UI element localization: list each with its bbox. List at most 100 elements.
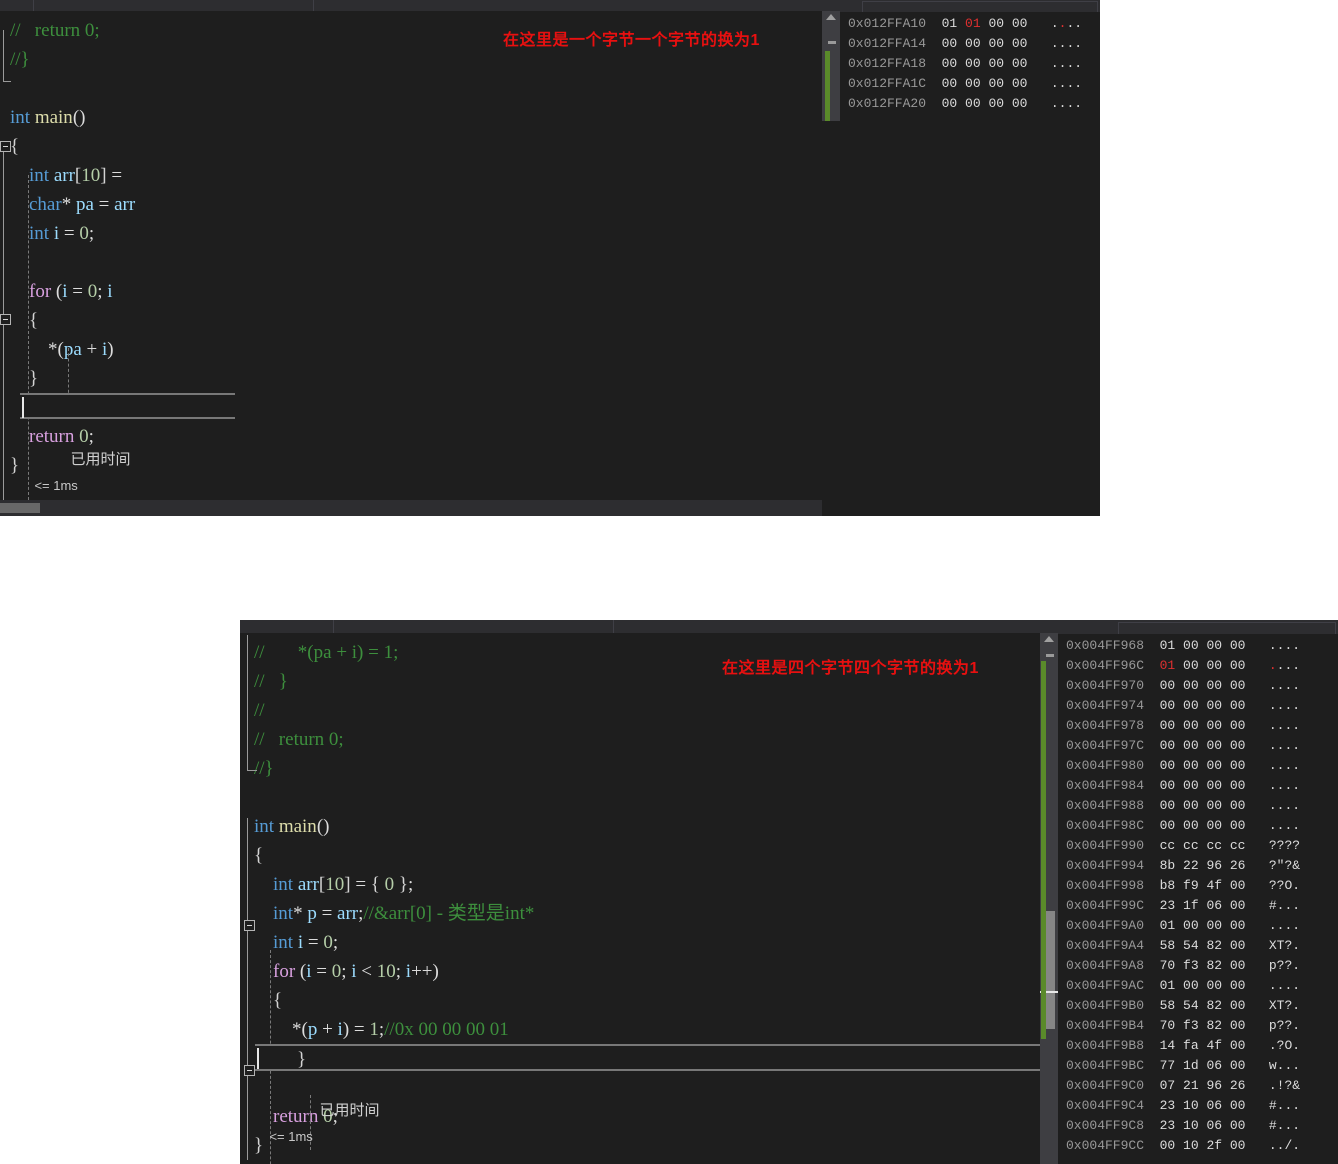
- memory-byte: 00: [1229, 978, 1246, 993]
- code-token: //&arr[0] - 类型是int*: [363, 903, 535, 924]
- code-line[interactable]: int main(): [10, 103, 135, 132]
- memory-byte: 82: [1206, 938, 1230, 953]
- back-editor-hscrollbar[interactable]: [0, 500, 822, 516]
- memory-row[interactable]: 0x012FFA1C 00 00 00 00 ....: [848, 74, 1100, 94]
- code-line[interactable]: // }: [254, 667, 534, 696]
- scroll-up-arrow-icon[interactable]: [1044, 636, 1054, 642]
- back-editor-window[interactable]: // return 0;//} int main(){ int arr[10] =…: [0, 0, 1100, 516]
- memory-row[interactable]: 0x004FF9A0 01 00 00 00 ....: [1066, 916, 1338, 936]
- front-code-text[interactable]: // *(pa + i) = 1; // } // // return 0; //} in…: [254, 638, 534, 1160]
- back-red-annotation: 在这里是一个字节一个字节的换为1: [503, 32, 760, 49]
- front-memory-window[interactable]: 0x004FF968 01 00 00 00 .... 0x004FF96C 01…: [1058, 620, 1338, 1164]
- memory-row[interactable]: 0x004FF984 00 00 00 00 ....: [1066, 776, 1338, 796]
- memory-address: 0x004FF970: [1066, 678, 1160, 693]
- memory-address: 0x004FF990: [1066, 838, 1160, 853]
- code-line[interactable]: {: [10, 132, 135, 161]
- memory-byte: 00: [1229, 998, 1246, 1013]
- memory-row[interactable]: 0x004FF9BC 77 1d 06 00 w...: [1066, 1056, 1338, 1076]
- memory-row[interactable]: 0x004FF998 b8 f9 4f 00 ??O.: [1066, 876, 1338, 896]
- code-line[interactable]: {: [254, 841, 534, 870]
- memory-row[interactable]: 0x012FFA18 00 00 00 00 ....: [848, 54, 1100, 74]
- code-token: }: [29, 368, 39, 389]
- code-token: *(: [292, 1019, 308, 1040]
- memory-row[interactable]: 0x004FF978 00 00 00 00 ....: [1066, 716, 1338, 736]
- code-line[interactable]: //}: [10, 45, 135, 74]
- code-line[interactable]: //}: [254, 754, 534, 783]
- back-memory-window[interactable]: 0x012FFA10 01 01 00 00 .... 0x012FFA14 00…: [840, 0, 1100, 112]
- code-token: //0x 00 00 00 01: [384, 1019, 509, 1040]
- code-token: {: [370, 874, 385, 895]
- back-collapse-for[interactable]: [0, 314, 11, 325]
- memory-byte: 00: [1183, 818, 1207, 833]
- code-token: {: [273, 990, 283, 1011]
- code-line[interactable]: int arr[10] = { 0 };: [254, 870, 534, 899]
- code-token: p: [307, 903, 317, 924]
- memory-byte: 00: [1183, 678, 1207, 693]
- memory-row[interactable]: 0x004FF9A8 70 f3 82 00 p??.: [1066, 956, 1338, 976]
- code-line[interactable]: // return 0;: [10, 16, 135, 45]
- back-collapse-main[interactable]: [0, 141, 11, 152]
- memory-row[interactable]: 0x004FF9CC 00 10 2f 00 ../.: [1066, 1136, 1338, 1156]
- memory-byte: 00: [1159, 718, 1184, 733]
- code-line[interactable]: int* p = arr;//&arr[0] - 类型是int*: [254, 899, 534, 928]
- code-token: =: [303, 932, 324, 953]
- memory-row[interactable]: 0x004FF98C 00 00 00 00 ....: [1066, 816, 1338, 836]
- code-line[interactable]: [254, 783, 534, 812]
- memory-byte: 00: [1159, 738, 1184, 753]
- memory-row[interactable]: 0x004FF9B8 14 fa 4f 00 .?O.: [1066, 1036, 1338, 1056]
- code-line[interactable]: //: [254, 696, 534, 725]
- memory-ascii: ....: [1050, 36, 1083, 51]
- memory-row[interactable]: 0x004FF994 8b 22 96 26 ?"?&: [1066, 856, 1338, 876]
- memory-byte: 22: [1183, 858, 1207, 873]
- front-editor-window[interactable]: // *(pa + i) = 1; // } // // return 0; //} in…: [240, 620, 1338, 1164]
- code-line[interactable]: // *(pa + i) = 1;: [254, 638, 534, 667]
- memory-row[interactable]: 0x004FF97C 00 00 00 00 ....: [1066, 736, 1338, 756]
- memory-row[interactable]: 0x004FF9C8 23 10 06 00 #...: [1066, 1116, 1338, 1136]
- front-collapse-main[interactable]: [244, 920, 255, 931]
- memory-row[interactable]: 0x004FF9C0 07 21 96 26 .!?&: [1066, 1076, 1338, 1096]
- memory-row[interactable]: 0x004FF9A4 58 54 82 00 XT?.: [1066, 936, 1338, 956]
- memory-byte: 14: [1159, 1038, 1184, 1053]
- code-line[interactable]: for (i = 0; i < 10; i++): [254, 957, 534, 986]
- code-line[interactable]: int main(): [254, 812, 534, 841]
- memory-byte: 00: [1229, 1018, 1246, 1033]
- memory-row[interactable]: 0x012FFA20 00 00 00 00 ....: [848, 94, 1100, 112]
- memory-row[interactable]: 0x012FFA10 01 01 00 00 ....: [848, 14, 1100, 34]
- memory-address: 0x004FF9B0: [1066, 998, 1160, 1013]
- memory-row[interactable]: 0x004FF9AC 01 00 00 00 ....: [1066, 976, 1338, 996]
- memory-gap: [1245, 1038, 1268, 1053]
- code-token: ++): [411, 961, 439, 982]
- memory-row[interactable]: 0x004FF974 00 00 00 00 ....: [1066, 696, 1338, 716]
- memory-row[interactable]: 0x004FF990 cc cc cc cc ????: [1066, 836, 1338, 856]
- front-collapse-for[interactable]: [244, 1065, 255, 1076]
- memory-row[interactable]: 0x004FF99C 23 1f 06 00 #...: [1066, 896, 1338, 916]
- code-line[interactable]: int i = 0;: [254, 928, 534, 957]
- memory-byte: 00: [1206, 918, 1230, 933]
- back-hscroll-thumb[interactable]: [0, 503, 40, 513]
- memory-row[interactable]: 0x004FF980 00 00 00 00 ....: [1066, 756, 1338, 776]
- back-editor-vscrollbar[interactable]: [822, 11, 840, 121]
- memory-row[interactable]: 0x004FF9B4 70 f3 82 00 p??.: [1066, 1016, 1338, 1036]
- memory-byte: 00: [988, 36, 1012, 51]
- memory-row[interactable]: 0x012FFA14 00 00 00 00 ....: [848, 34, 1100, 54]
- code-line[interactable]: {: [254, 986, 534, 1015]
- memory-gap: [1245, 958, 1268, 973]
- memory-row[interactable]: 0x004FF988 00 00 00 00 ....: [1066, 796, 1338, 816]
- front-memory-rows[interactable]: 0x004FF968 01 00 00 00 .... 0x004FF96C 01…: [1058, 634, 1338, 1164]
- code-line[interactable]: // return 0;: [254, 725, 534, 754]
- scroll-up-arrow-icon[interactable]: [826, 14, 836, 20]
- code-line[interactable]: [10, 74, 135, 103]
- memory-address: 0x012FFA20: [848, 96, 942, 111]
- memory-byte: 82: [1206, 998, 1230, 1013]
- memory-row[interactable]: 0x004FF970 00 00 00 00 ....: [1066, 676, 1338, 696]
- front-editor-vscrollbar[interactable]: [1040, 633, 1058, 1164]
- memory-row[interactable]: 0x004FF96C 01 00 00 00 ....: [1066, 656, 1338, 676]
- memory-byte: 00: [1183, 738, 1207, 753]
- code-token: ;: [395, 961, 406, 982]
- memory-row[interactable]: 0x004FF968 01 00 00 00 ....: [1066, 636, 1338, 656]
- memory-row[interactable]: 0x004FF9C4 23 10 06 00 #...: [1066, 1096, 1338, 1116]
- back-memory-rows[interactable]: 0x012FFA10 01 01 00 00 .... 0x012FFA14 00…: [840, 12, 1100, 112]
- memory-address: 0x004FF978: [1066, 718, 1160, 733]
- code-line[interactable]: *(p + i) = 1;//0x 00 00 00 01: [254, 1015, 534, 1044]
- memory-row[interactable]: 0x004FF9B0 58 54 82 00 XT?.: [1066, 996, 1338, 1016]
